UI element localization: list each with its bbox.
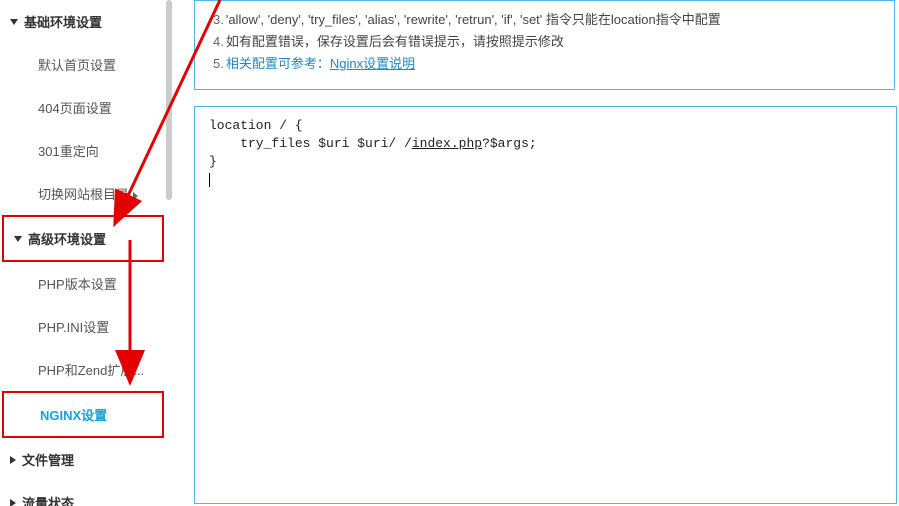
nav-item-404-page[interactable]: 404页面设置 (0, 86, 174, 129)
nav-item-php-ini[interactable]: PHP.INI设置 (0, 305, 174, 348)
chevron-right-icon (10, 499, 16, 506)
nav-section-advanced-env: 高级环境设置 PHP版本设置 PHP.INI设置 PHP和Zend扩展... N… (0, 215, 174, 438)
nav-item-default-homepage[interactable]: 默认首页设置 (0, 43, 174, 86)
chevron-down-icon (10, 19, 18, 25)
info-num: 3. (213, 12, 224, 27)
info-box: 3.'allow', 'deny', 'try_files', 'alias',… (194, 0, 895, 90)
nav-header-label: 基础环境设置 (24, 12, 102, 31)
highlight-box-nginx-item: NGINX设置 (2, 391, 164, 438)
info-num: 4. (213, 34, 224, 49)
chevron-right-icon (10, 456, 16, 464)
nav-header-basic-env[interactable]: 基础环境设置 (0, 0, 174, 43)
nginx-config-editor[interactable]: location / { try_files $uri $uri/ /index… (194, 106, 897, 504)
info-line-4: 4.如有配置错误，保存设置后会有错误提示，请按照提示修改 (213, 31, 876, 53)
code-line-3: } (209, 154, 217, 169)
main-content: 3.'allow', 'deny', 'try_files', 'alias',… (174, 0, 899, 506)
info-text: 如有配置错误，保存设置后会有错误提示，请按照提示修改 (226, 34, 564, 49)
info-text-prefix: 相关配置可参考： (226, 56, 330, 71)
nav-header-advanced-env[interactable]: 高级环境设置 (4, 217, 162, 260)
nav-header-label: 文件管理 (22, 450, 74, 469)
info-text: 'allow', 'deny', 'try_files', 'alias', '… (226, 12, 721, 27)
info-line-5: 5.相关配置可参考：Nginx设置说明 (213, 53, 876, 75)
sidebar-scrollbar[interactable] (166, 0, 172, 200)
nav-header-label: 高级环境设置 (28, 229, 106, 248)
sidebar: 基础环境设置 默认首页设置 404页面设置 301重定向 切换网站根目录 高级环… (0, 0, 174, 506)
highlight-box-advanced-header: 高级环境设置 (2, 215, 164, 262)
nav-item-301-redirect[interactable]: 301重定向 (0, 129, 174, 172)
nav-item-nginx-settings[interactable]: NGINX设置 (4, 393, 162, 436)
nav-item-switch-webroot[interactable]: 切换网站根目录 (0, 172, 174, 215)
text-cursor (209, 173, 210, 187)
nav-section-traffic: 流量状态 (0, 481, 174, 506)
nav-header-label: 流量状态 (22, 493, 74, 506)
code-line-2-post: ?$args; (482, 136, 537, 151)
nginx-docs-link[interactable]: Nginx设置说明 (330, 56, 415, 71)
info-line-3: 3.'allow', 'deny', 'try_files', 'alias',… (213, 9, 876, 31)
nav-header-file-mgmt[interactable]: 文件管理 (0, 438, 174, 481)
info-num: 5. (213, 56, 224, 71)
nav-item-php-version[interactable]: PHP版本设置 (0, 262, 174, 305)
chevron-down-icon (14, 236, 22, 242)
nav-header-traffic[interactable]: 流量状态 (0, 481, 174, 506)
code-line-2-underline: index.php (412, 136, 482, 151)
nav-section-basic-env: 基础环境设置 默认首页设置 404页面设置 301重定向 切换网站根目录 (0, 0, 174, 215)
nav-section-file-mgmt: 文件管理 (0, 438, 174, 481)
code-line-1: location / { (209, 118, 303, 133)
nav-item-php-zend-ext[interactable]: PHP和Zend扩展... (0, 348, 174, 391)
code-line-2-pre: try_files $uri $uri/ / (209, 136, 412, 151)
